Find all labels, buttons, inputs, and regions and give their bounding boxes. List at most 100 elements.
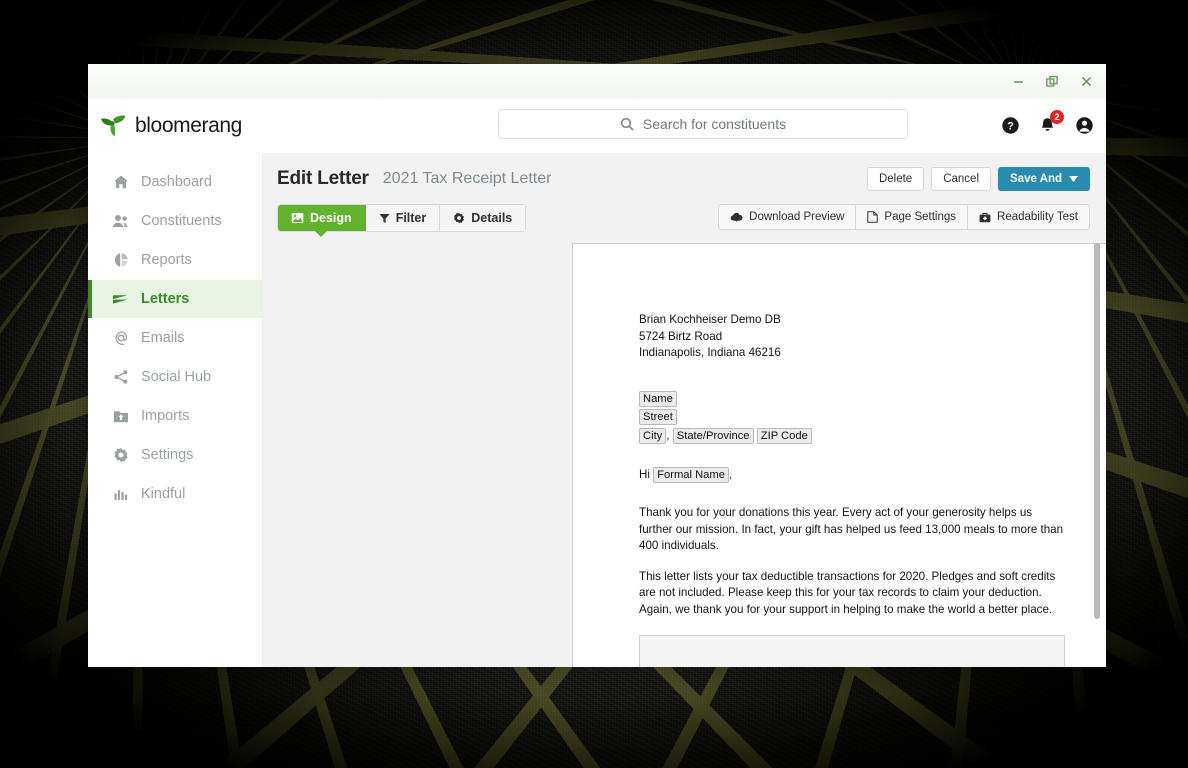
share-icon [112,369,129,386]
sidebar-item-label: Dashboard [141,174,212,190]
briefcase-icon [979,212,991,222]
page-action-buttons: Delete Cancel Save And [866,167,1090,191]
page-header: Edit Letter 2021 Tax Receipt Letter Dele… [263,153,1106,191]
save-and-label: Save And [1010,173,1062,185]
notifications-bell-icon[interactable]: 2 [1038,110,1064,135]
restore-icon[interactable] [1042,72,1062,92]
sidebar-item-label: Kindful [141,486,186,502]
tab-filter[interactable]: Filter [365,205,441,231]
svg-text:?: ? [1007,121,1014,133]
sidebar-item-reports[interactable]: Reports [88,241,262,279]
merge-token-city[interactable]: City [639,427,667,444]
salutation-comma: , [728,468,733,482]
sidebar-item-label: Social Hub [141,369,212,385]
merge-token-formal-name[interactable]: Formal Name [653,467,729,484]
global-topbar: bloomerang Search for constituents ? 2 [88,99,1106,153]
at-sign-icon [112,330,129,347]
gear-icon [454,212,465,224]
document-tools: Download Preview Page Settings Readabili… [718,204,1090,230]
account-avatar-icon[interactable] [1075,116,1094,135]
sidebar-item-label: Emails [141,330,185,346]
pie-chart-icon [112,252,129,269]
letter-paragraph-1: Thank you for your donations this year. … [639,506,1064,553]
import-folder-icon [112,408,129,425]
sidebar-item-constituents[interactable]: Constituents [88,202,262,240]
cloud-download-icon [730,212,743,222]
recipient-city-row: City, State/Province ZIP Code [639,427,1065,445]
home-icon [112,174,129,191]
page-subtitle: 2021 Tax Receipt Letter [382,170,552,187]
chevron-down-icon [1069,176,1078,182]
sidebar-item-label: Constituents [141,213,222,229]
app-body: Dashboard Constituents Reports Letters E… [88,153,1106,667]
editor-tabs-row: Design Filter Details Download Preview P… [263,191,1106,232]
letter-content[interactable]: Brian Kochheiser Demo DB 5724 Birtz Road… [573,244,1106,667]
application-window: bloomerang Search for constituents ? 2 D… [88,64,1106,667]
canvas-scrollbar[interactable] [1093,243,1101,667]
brand-logo[interactable]: bloomerang [88,114,263,138]
readability-test-button[interactable]: Readability Test [968,205,1089,229]
sidebar-nav: Dashboard Constituents Reports Letters E… [88,153,263,667]
salutation-row: Hi Formal Name, [639,467,1065,484]
search-icon [620,117,634,131]
salutation-greeting: Hi [639,468,650,482]
gear-icon [112,447,129,464]
tab-design[interactable]: Design [278,205,366,231]
tab-label: Design [310,211,352,225]
funnel-icon [379,213,390,223]
sidebar-item-settings[interactable]: Settings [88,436,262,474]
data-table-block[interactable]: Data Table: [Name] [Date] [Amount] [639,634,1065,667]
cancel-button[interactable]: Cancel [931,167,992,191]
letter-page[interactable]: Brian Kochheiser Demo DB 5724 Birtz Road… [572,243,1106,667]
comma-separator: , [666,428,670,442]
tab-details[interactable]: Details [440,205,526,231]
sidebar-item-label: Reports [141,252,192,268]
sidebar-item-emails[interactable]: Emails [88,319,262,357]
merge-token-zip[interactable]: ZIP Code [756,427,812,444]
sidebar-item-social-hub[interactable]: Social Hub [88,358,262,396]
letter-paragraph-2: This letter lists your tax deductible tr… [639,569,1056,616]
sender-line-3: Indianapolis, Indiana 46216 [639,346,781,360]
image-icon [291,213,304,223]
page-settings-button[interactable]: Page Settings [856,205,969,229]
people-icon [112,213,129,230]
page-icon [867,211,879,223]
tab-label: Filter [395,211,427,225]
tool-label: Page Settings [884,211,957,223]
sidebar-item-dashboard[interactable]: Dashboard [88,163,262,201]
sidebar-item-letters[interactable]: Letters [88,280,262,318]
scrollbar-thumb[interactable] [1094,243,1100,619]
merge-token-name[interactable]: Name [639,390,677,407]
page-title: Edit Letter [277,168,369,189]
merge-token-street[interactable]: Street [639,409,677,426]
search-placeholder-text: Search for constituents [642,116,787,132]
minimize-icon[interactable] [1008,72,1028,92]
close-icon[interactable] [1076,72,1096,92]
sender-line-1: Brian Kochheiser Demo DB [639,313,781,326]
sender-line-2: 5724 Birtz Road [639,329,723,343]
bloomerang-leaf-icon [101,115,126,136]
sidebar-item-label: Letters [141,291,190,307]
search-input[interactable]: Search for constituents [498,109,908,139]
tool-label: Download Preview [749,211,845,223]
delete-button[interactable]: Delete [866,167,925,191]
window-titlebar [88,64,1106,99]
brand-name: bloomerang [135,113,242,137]
save-and-button[interactable]: Save And [998,167,1090,191]
sidebar-item-kindful[interactable]: Kindful [88,475,262,513]
merge-token-state[interactable]: State/Province [672,427,754,444]
search-container: Search for constituents [498,109,908,139]
recipient-street-row: Street [639,409,1065,426]
tool-label: Readability Test [997,211,1078,223]
paper-plane-icon [112,291,129,308]
sidebar-item-label: Settings [141,447,194,463]
sidebar-item-label: Imports [141,408,190,424]
download-preview-button[interactable]: Download Preview [719,205,857,229]
bar-chart-icon [112,486,129,503]
tab-label: Details [471,211,513,225]
sidebar-item-imports[interactable]: Imports [88,397,262,435]
help-icon[interactable]: ? [1001,116,1020,135]
